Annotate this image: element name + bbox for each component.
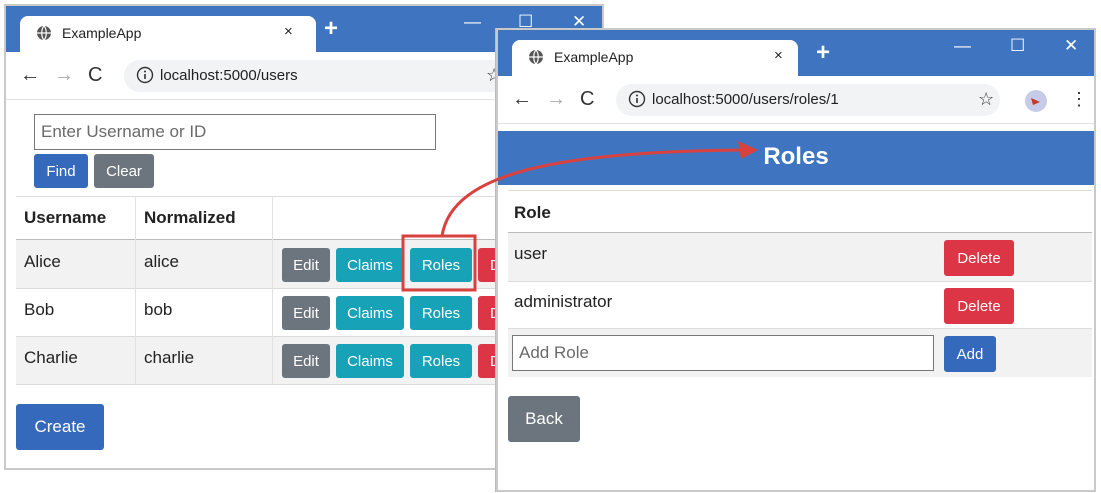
info-icon: [136, 66, 154, 84]
browser-tab[interactable]: ExampleApp ×: [512, 40, 798, 76]
tab-title: ExampleApp: [554, 49, 634, 65]
close-icon[interactable]: ×: [774, 47, 783, 64]
role-name: user: [514, 244, 548, 263]
maximize-icon[interactable]: ☐: [1010, 36, 1025, 56]
browser-tab[interactable]: ExampleApp ×: [20, 16, 316, 52]
column-divider: [272, 196, 273, 384]
url-text: localhost:5000/users/roles/1: [652, 91, 839, 108]
username-cell: Bob: [24, 300, 55, 319]
reload-icon[interactable]: C: [580, 88, 594, 110]
page-title: Roles: [763, 143, 829, 170]
back-button[interactable]: Back: [508, 396, 580, 442]
roles-header-bar: Roles: [498, 131, 1094, 185]
username-cell: Charlie: [24, 348, 78, 367]
roles-button[interactable]: Roles: [410, 296, 472, 330]
add-role-box[interactable]: [512, 335, 934, 371]
close-icon[interactable]: ×: [284, 23, 293, 40]
minimize-icon[interactable]: —: [954, 36, 971, 56]
claims-button[interactable]: Claims: [336, 296, 404, 330]
username-cell: Alice: [24, 252, 61, 271]
column-divider: [135, 196, 136, 384]
new-tab-icon[interactable]: +: [816, 41, 830, 65]
column-header-normalized: Normalized: [144, 208, 236, 227]
table-border: [508, 190, 1092, 191]
delete-role-button[interactable]: Delete: [944, 240, 1014, 276]
normalized-cell: bob: [144, 300, 173, 319]
info-icon: [628, 90, 646, 108]
star-icon[interactable]: ☆: [978, 88, 994, 110]
forward-arrow-icon[interactable]: →: [546, 88, 566, 110]
forward-arrow-icon[interactable]: →: [54, 64, 74, 86]
address-bar: ← → C localhost:5000/users/roles/1 ☆ ⋮: [498, 76, 1094, 124]
edit-button[interactable]: Edit: [282, 344, 330, 378]
role-name: administrator: [514, 292, 613, 311]
url-text: localhost:5000/users: [160, 67, 298, 84]
roles-button[interactable]: Roles: [410, 248, 472, 282]
back-arrow-icon[interactable]: ←: [20, 64, 40, 86]
normalized-cell: charlie: [144, 348, 195, 367]
delete-role-button[interactable]: Delete: [944, 288, 1014, 324]
clear-button[interactable]: Clear: [94, 154, 154, 188]
minimize-icon[interactable]: —: [464, 12, 481, 32]
claims-button[interactable]: Claims: [336, 248, 404, 282]
find-button[interactable]: Find: [34, 154, 88, 188]
window-close-icon[interactable]: ✕: [1064, 36, 1078, 56]
table-border: [508, 281, 1092, 282]
search-box[interactable]: [34, 114, 436, 150]
claims-button[interactable]: Claims: [336, 344, 404, 378]
edit-button[interactable]: Edit: [282, 248, 330, 282]
edit-button[interactable]: Edit: [282, 296, 330, 330]
normalized-cell: alice: [144, 252, 179, 271]
menu-dots-icon[interactable]: ⋮: [1070, 88, 1088, 110]
tab-title: ExampleApp: [62, 25, 142, 41]
new-tab-icon[interactable]: +: [324, 17, 338, 41]
omnibox[interactable]: localhost:5000/users/roles/1: [616, 84, 1000, 116]
globe-icon: [529, 49, 543, 65]
reload-icon[interactable]: C: [88, 64, 102, 86]
title-bar: ExampleApp × + — ☐ ✕: [498, 30, 1094, 76]
column-header-username: Username: [24, 208, 107, 227]
globe-icon: [37, 25, 51, 41]
roles-button[interactable]: Roles: [410, 344, 472, 378]
search-input[interactable]: [35, 115, 435, 149]
column-header-role: Role: [514, 203, 551, 222]
back-arrow-icon[interactable]: ←: [512, 88, 532, 110]
profile-avatar[interactable]: [1024, 89, 1048, 113]
create-button[interactable]: Create: [16, 404, 104, 450]
add-role-input[interactable]: [513, 336, 933, 370]
add-role-button[interactable]: Add: [944, 336, 996, 372]
browser-window-roles: ExampleApp × + — ☐ ✕ ← → C localhost:500…: [496, 28, 1096, 492]
